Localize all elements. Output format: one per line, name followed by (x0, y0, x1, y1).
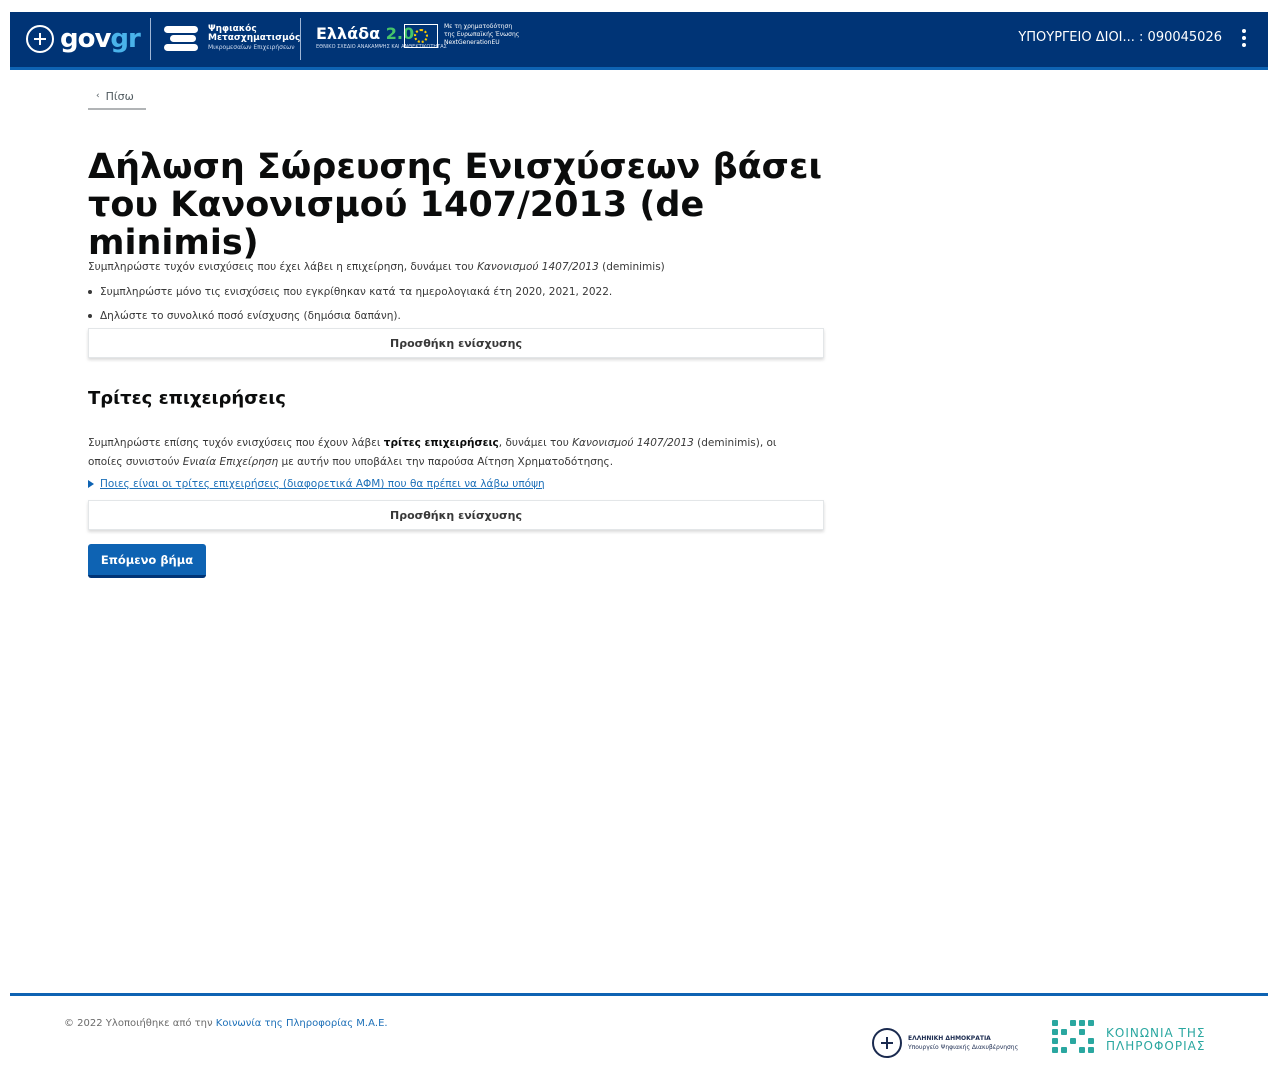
more-options-icon[interactable] (1238, 25, 1250, 51)
next-step-button[interactable]: Επόμενο βήμα (88, 544, 206, 578)
digital-logo-line3: Μικρομεσαίων Επιχειρήσεων (208, 43, 295, 51)
add-aid-button[interactable]: Προσθήκη ενίσχυσης (88, 328, 824, 358)
greek-emblem-icon (872, 1028, 902, 1058)
third-companies-paragraph: Συμπληρώστε επίσης τυχόν ενισχύσεις που … (88, 437, 777, 468)
hellenic-republic-logo: ΕΛΛΗΝΙΚΗ ΔΗΜΟΚΡΑΤΙΑ Υπουργείο Ψηφιακής Δ… (872, 1028, 1018, 1058)
footer-copyright: © 2022 Υλοποιήθηκε από την Κοινωνία της … (64, 1018, 388, 1029)
site-header: govgr Ψηφιακός Μετασχηματισμός Μικρομεσα… (10, 12, 1268, 70)
digital-transformation-icon (164, 20, 202, 56)
bullet-dot-icon (88, 314, 92, 318)
details-toggle-label: Ποιες είναι οι τρίτες επιχειρήσεις (διαφ… (100, 478, 545, 490)
third-companies-heading: Τρίτες επιχειρήσεις (88, 388, 286, 409)
gr-logo-line2: Υπουργείο Ψηφιακής Διακυβέρνησης (908, 1044, 1019, 1051)
chevron-left-icon: ‹ (96, 91, 100, 101)
bullet-dot-icon (88, 290, 92, 294)
back-link-label: Πίσω (105, 89, 134, 103)
ktp-grid-icon (1052, 1020, 1096, 1060)
header-divider (300, 18, 301, 60)
header-divider (150, 18, 151, 60)
greek-emblem-icon (26, 25, 54, 53)
bullet-item: Δηλώστε το συνολικό ποσό ενίσχυσης (δημό… (88, 310, 401, 322)
back-link[interactable]: ‹ Πίσω (88, 84, 146, 110)
ktp-logo: ΚΟΙΝΩΝΙΑ ΤΗΣ ΠΛΗΡΟΦΟΡΙΑΣ (1052, 1020, 1205, 1060)
add-third-aid-button[interactable]: Προσθήκη ενίσχυσης (88, 500, 824, 530)
intro-paragraph: Συμπληρώστε τυχόν ενισχύσεις που έχει λά… (88, 261, 665, 273)
user-account-label: ΥΠΟΥΡΓΕΙΟ ΔΙΟΙ... : 090045026 (1018, 30, 1222, 45)
digital-logo-line2: Μετασχηματισμός (208, 32, 301, 43)
digital-transformation-logo: Ψηφιακός Μετασχηματισμός Μικρομεσαίων Επ… (164, 20, 300, 56)
ktp-logo-line2: ΠΛΗΡΟΦΟΡΙΑΣ (1106, 1039, 1206, 1053)
gr-logo-line1: ΕΛΛΗΝΙΚΗ ΔΗΜΟΚΡΑΤΙΑ (908, 1035, 991, 1042)
gov-gr-wordmark: govgr (60, 24, 141, 54)
triangle-right-icon (88, 480, 94, 488)
eu-funding-text: Με τη χρηματοδότηση της Ευρωπαϊκής Ένωση… (444, 23, 520, 46)
page-title: Δήλωση Σώρευσης Ενισχύσεων βάσει του Καν… (88, 147, 823, 263)
footer-divider (10, 993, 1268, 996)
eu-flag-icon (404, 24, 438, 48)
gov-gr-logo[interactable]: govgr (26, 22, 141, 56)
bullet-item: Συμπληρώστε μόνο τις ενισχύσεις που εγκρ… (88, 286, 612, 298)
third-companies-details-toggle[interactable]: Ποιες είναι οι τρίτες επιχειρήσεις (διαφ… (88, 478, 545, 490)
footer-ktp-link[interactable]: Κοινωνία της Πληροφορίας Μ.Α.Ε. (216, 1018, 388, 1029)
